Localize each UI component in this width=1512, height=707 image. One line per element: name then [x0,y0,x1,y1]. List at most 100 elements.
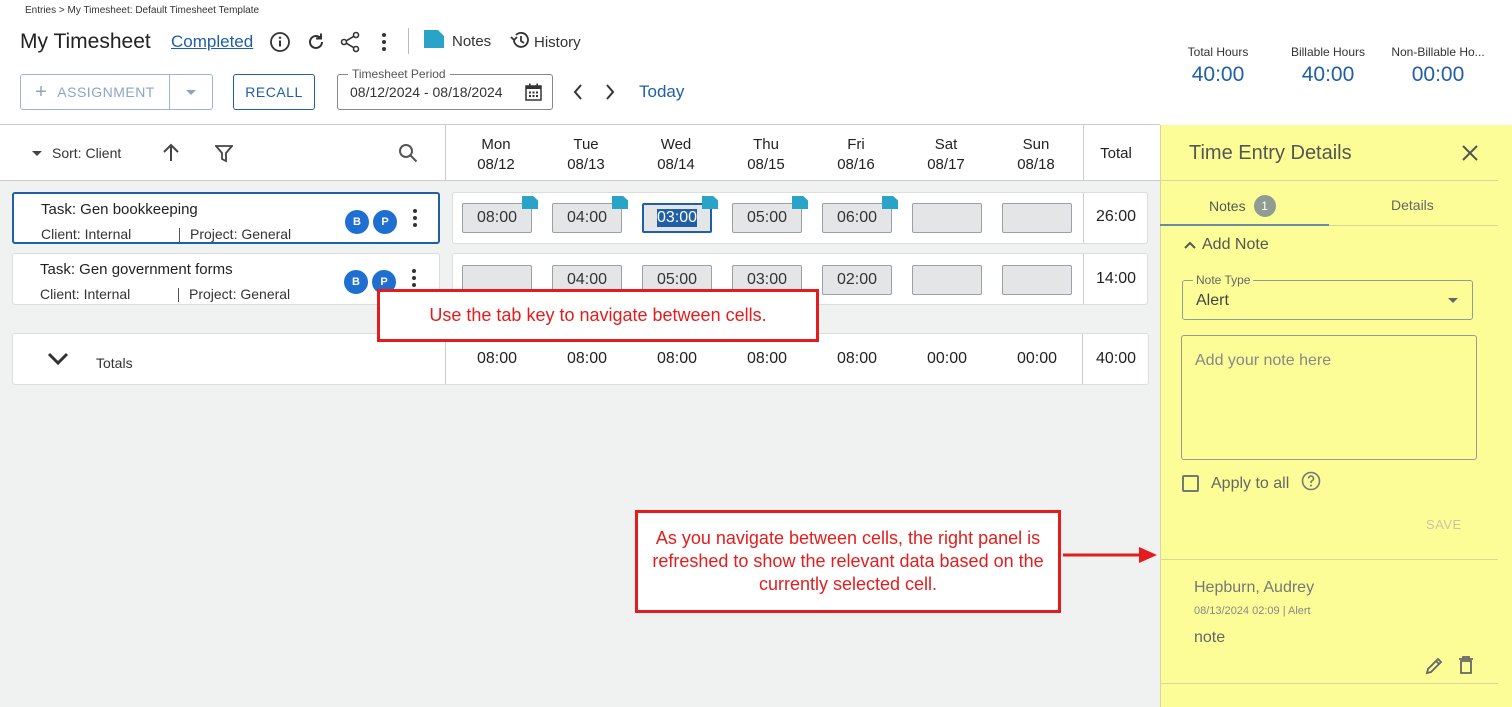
day-total: 00:00 [1016,350,1058,367]
add-assignment-button[interactable]: + ASSIGNMENT [20,74,213,110]
filter-icon[interactable] [214,145,234,168]
sort-label: Sort: Client [52,145,122,161]
total-header: Total [1100,145,1132,162]
row-total: 14:00 [1095,270,1137,287]
field-divider [179,228,180,242]
day-header-sat: Sat 08/17 [927,136,965,173]
hour-cell[interactable] [1002,265,1072,295]
day-header-mon: Mon 08/12 [477,136,515,173]
notes-count-badge: 1 [1253,195,1276,217]
task-row-gen-government-forms[interactable]: Task: Gen government forms Client: Inter… [12,253,440,305]
note-bottom-divider [1160,683,1498,684]
history-link[interactable]: History [510,30,581,54]
info-icon[interactable] [267,29,293,55]
arrow-right-icon [1063,546,1159,569]
status-link[interactable]: Completed [171,32,253,52]
hour-cell[interactable]: 06:00 [822,203,892,233]
tab-details[interactable]: Details [1391,197,1434,213]
billable-badge: B [345,210,369,234]
close-icon[interactable] [1460,143,1480,168]
hour-cell-selected[interactable]: 03:00 [642,203,712,233]
billable-hours-value: 40:00 [1301,63,1355,86]
apply-to-all-checkbox[interactable] [1182,475,1199,492]
day-total: 00:00 [926,350,968,367]
assignment-dropdown-button[interactable] [170,89,212,95]
page-title: My Timesheet [20,30,151,53]
refresh-icon[interactable] [303,29,329,55]
more-vert-icon[interactable] [371,29,397,55]
task-title: Task: Gen government forms [40,261,233,278]
panel-hint-callout: As you navigate between cells, the right… [635,510,1061,613]
task-client: Client: Internal [41,226,132,242]
active-tab-indicator [1160,224,1329,226]
summary-billable: Billable Hours 40:00 [1283,45,1373,87]
today-link[interactable]: Today [639,82,684,102]
task-row-gen-bookkeeping[interactable]: Task: Gen bookkeeping Client: Internal P… [12,192,440,244]
notes-label: Notes [452,32,492,50]
chevron-down-icon[interactable] [47,352,69,371]
total-hours-value: 40:00 [1191,63,1245,86]
notes-link[interactable]: Notes [424,30,491,52]
period-legend: Timesheet Period [348,67,450,81]
billable-hours-label: Billable Hours [1290,45,1366,59]
apply-to-all-label: Apply to all [1211,474,1290,492]
day-total: 08:00 [746,350,788,367]
tab-notes-label: Notes [1209,198,1246,214]
apply-to-all[interactable]: Apply to all [1182,471,1321,496]
hour-cell[interactable]: 05:00 [732,203,802,233]
caret-down-icon [186,89,196,95]
grand-total: 40:00 [1095,350,1137,367]
day-total: 08:00 [476,350,518,367]
note-meta: 08/13/2024 02:09 | Alert [1194,605,1311,617]
note-author: Hepburn, Audrey [1194,579,1315,596]
tab-notes[interactable]: Notes 1 [1209,195,1276,217]
help-icon[interactable] [1301,471,1321,496]
calendar-icon[interactable] [525,83,542,106]
header-divider-left [445,125,446,181]
history-icon [510,30,530,54]
toolbar-divider [408,28,409,54]
day-header-wed: Wed 08/14 [657,136,695,173]
hour-cell[interactable]: 04:00 [552,203,622,233]
note-textarea[interactable] [1181,335,1477,460]
add-note-toggle[interactable]: Add Note [1184,236,1269,254]
row-total: 26:00 [1095,208,1137,225]
timesheet-period-field[interactable]: Timesheet Period 08/12/2024 - 08/18/2024 [337,67,553,110]
trash-icon[interactable] [1458,655,1474,680]
note-type-select[interactable]: Note Type Alert [1182,273,1473,320]
search-icon[interactable] [398,143,418,168]
nonbillable-hours-value: 00:00 [1411,63,1465,86]
note-text: note [1194,629,1226,646]
save-button[interactable]: SAVE [1426,517,1462,532]
share-icon[interactable] [337,29,363,55]
total-hours-label: Total Hours [1187,45,1249,59]
day-total: 08:00 [836,350,878,367]
note-type-value: Alert [1196,292,1229,309]
task-project: Project: General [190,226,292,242]
sort-control[interactable]: Sort: Client [32,145,121,161]
panel-divider [1160,180,1498,181]
history-label: History [534,33,581,51]
task-title: Task: Gen bookkeeping [41,201,198,218]
hour-cell[interactable] [912,203,982,233]
next-period-icon[interactable] [602,82,618,102]
hour-cell[interactable] [1002,203,1072,233]
breadcrumb[interactable]: Entries > My Timesheet: Default Timeshee… [25,5,259,16]
hour-cell[interactable]: 08:00 [462,203,532,233]
hour-cell[interactable]: 02:00 [822,265,892,295]
chevron-up-icon [1184,236,1196,254]
recall-button[interactable]: RECALL [233,74,315,110]
row-more-icon[interactable] [412,208,418,233]
edit-icon[interactable] [1425,656,1444,680]
panel-title: Time Entry Details [1189,142,1352,164]
day-header-fri: Fri 08/16 [837,136,875,173]
task-project: Project: General [189,286,291,302]
sort-ascending-icon[interactable] [162,143,180,168]
prev-period-icon[interactable] [570,82,586,102]
note-icon [424,30,444,52]
billable-badge: B [344,270,368,294]
caret-down-icon [32,150,42,156]
hour-cell[interactable] [912,265,982,295]
nonbillable-hours-label: Non-Billable Ho... [1391,45,1485,59]
plus-icon: + [35,81,48,103]
